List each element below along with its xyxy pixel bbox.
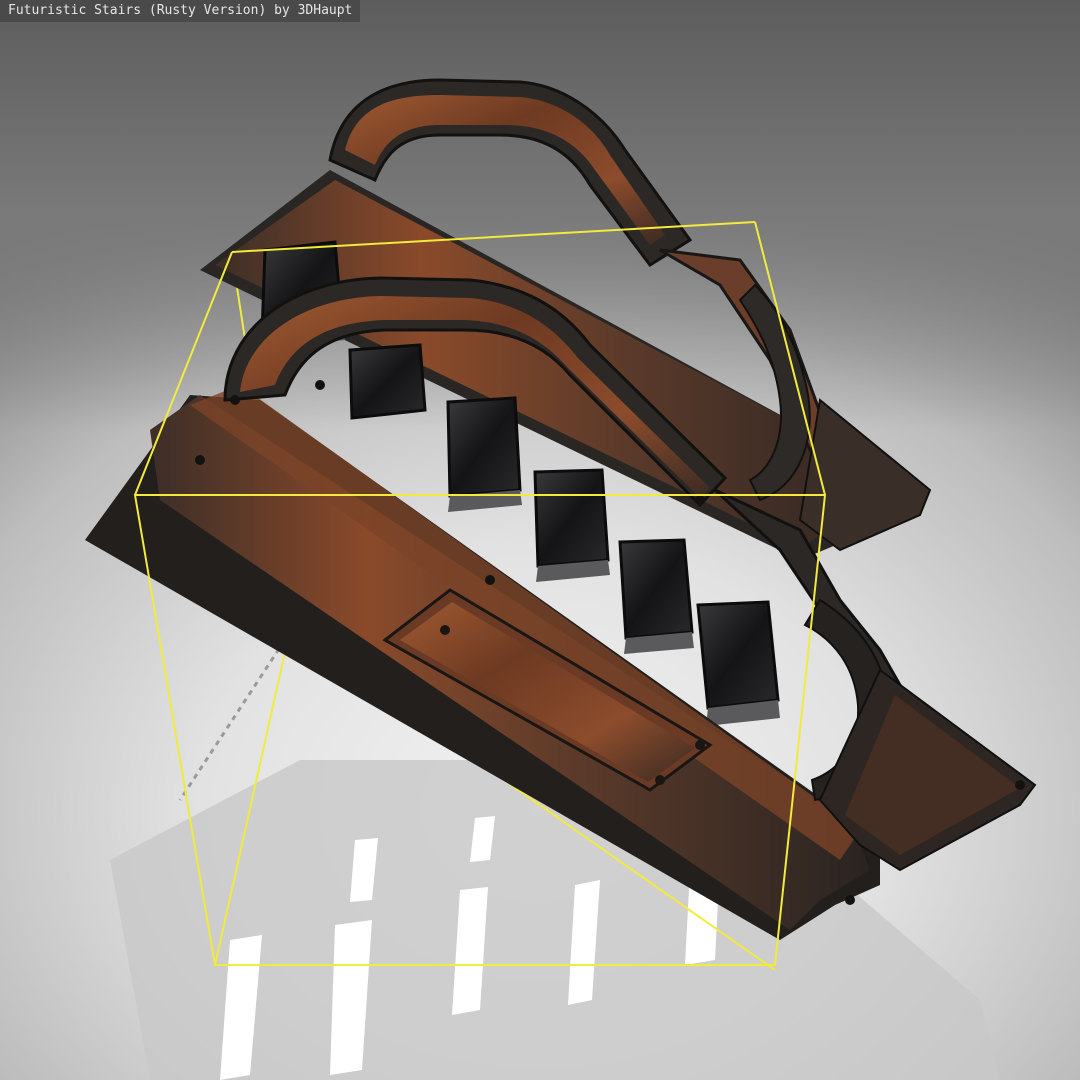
step-5[interactable] (618, 538, 694, 654)
model-title: Futuristic Stairs (Rusty Version) by 3DH… (0, 0, 361, 22)
scene-canvas[interactable] (0, 0, 1080, 1080)
bolt-icon (485, 575, 495, 585)
bolt-icon (195, 455, 205, 465)
bolt-icon (440, 625, 450, 635)
step-2[interactable] (348, 343, 427, 420)
bolt-icon (230, 395, 240, 405)
step-4[interactable] (533, 468, 610, 582)
3d-viewport[interactable]: Futuristic Stairs (Rusty Version) by 3DH… (0, 0, 1080, 1080)
bolt-icon (655, 775, 665, 785)
bolt-icon (1015, 780, 1025, 790)
bolt-icon (695, 740, 705, 750)
step-6[interactable] (696, 600, 780, 726)
bolt-icon (315, 380, 325, 390)
bolt-icon (695, 495, 705, 505)
bolt-icon (845, 895, 855, 905)
